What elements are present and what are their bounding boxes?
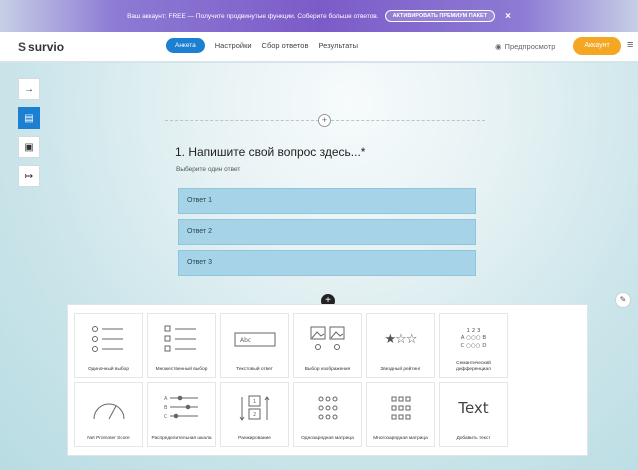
account-button[interactable]: Аккаунт [573, 37, 621, 55]
slider-letter: B [164, 405, 168, 411]
multiple-choice-icon [162, 320, 202, 358]
slider-letter: A [164, 396, 168, 402]
type-single-matrix[interactable]: Однозарядная матрица [293, 382, 362, 447]
eye-icon: ◉ [495, 42, 502, 51]
wrench-icon[interactable]: ✎ [615, 292, 631, 308]
type-single-choice[interactable]: Одиночный выбор [74, 313, 143, 378]
semantic-icon: 1 2 3 A ○○○ B C ○○○ D [461, 320, 487, 358]
multi-matrix-icon [381, 389, 421, 427]
promo-bar: Ваш аккаунт: FREE — Получите продвинутые… [0, 0, 638, 32]
star-rating-icon: ★☆☆ [384, 331, 418, 347]
type-text-answer[interactable]: Abc Текстовый ответ [220, 313, 289, 378]
tab-collect[interactable]: Сбор ответов [262, 41, 309, 50]
type-image-choice[interactable]: Выбор изображения [293, 313, 362, 378]
nps-gauge-icon [89, 389, 129, 427]
type-semantic-differential[interactable]: 1 2 3 A ○○○ B C ○○○ D Семантический дифф… [439, 313, 508, 378]
text-answer-icon: Abc [233, 320, 277, 358]
answer-option[interactable]: Ответ 1 [178, 188, 476, 214]
header: S survio Анкета Настройки Сбор ответов Р… [0, 32, 638, 62]
survio-logo-icon: S [18, 40, 27, 54]
type-label: Многозарядная матрица [373, 436, 428, 442]
ranking-icon: 1 2 [235, 389, 275, 427]
type-label: Множественный выбор [155, 367, 208, 373]
tab-results[interactable]: Результаты [318, 41, 358, 50]
type-multi-matrix[interactable]: Многозарядная матрица [366, 382, 435, 447]
hamburger-menu-icon[interactable]: ≡ [627, 39, 633, 51]
add-text-icon: Text [458, 399, 489, 417]
promo-text: Ваш аккаунт: FREE — Получите продвинутые… [127, 12, 379, 20]
answer-option[interactable]: Ответ 3 [178, 250, 476, 276]
logo-text: survio [28, 40, 65, 54]
type-ranking[interactable]: 1 2 Ранжирование [220, 382, 289, 447]
single-matrix-icon [308, 389, 348, 427]
main-nav: Анкета Настройки Сбор ответов Результаты [166, 38, 358, 53]
document-icon[interactable]: ▤ [18, 107, 40, 129]
question-types-panel: Одиночный выбор Множественный выбор Abc … [67, 304, 588, 456]
exit-icon[interactable]: ↦ [18, 165, 40, 187]
slider-scale-icon: A B C [162, 389, 202, 427]
type-label: Звездный рейтинг [380, 367, 421, 373]
type-slider-scale[interactable]: A B C Распределительная шкала [147, 382, 216, 447]
tab-questionnaire[interactable]: Анкета [166, 38, 205, 53]
answer-option[interactable]: Ответ 2 [178, 219, 476, 245]
slider-letter: C [164, 414, 168, 420]
semantic-row: C ○○○ D [460, 342, 487, 349]
tab-settings[interactable]: Настройки [215, 41, 252, 50]
question-subtitle: Выберите один ответ [176, 166, 241, 173]
image-choice-icon [308, 320, 348, 358]
close-icon[interactable]: × [505, 11, 511, 22]
rank-number: 2 [253, 412, 256, 418]
type-multiple-choice[interactable]: Множественный выбор [147, 313, 216, 378]
text-field-sample: Abc [240, 337, 251, 344]
login-icon[interactable]: → [18, 78, 40, 100]
semantic-row: A ○○○ B [460, 335, 487, 342]
logo[interactable]: S survio [18, 40, 64, 54]
type-label: Одиночный выбор [87, 367, 129, 373]
type-label: Распределительная шкала [151, 436, 212, 442]
type-label: Семантический дифференциал [456, 361, 491, 373]
upgrade-button[interactable]: АКТИВИРОВАТЬ ПРЕМИУМ ПАКЕТ [384, 10, 496, 22]
left-toolbar: → ▤ ▣ ↦ [18, 78, 40, 187]
page-icon[interactable]: ▣ [18, 136, 40, 158]
type-label: Добавить текст [456, 436, 491, 442]
type-add-text[interactable]: Text Добавить текст [439, 382, 508, 447]
rank-number: 1 [253, 399, 256, 405]
type-label: Однозарядная матрица [301, 436, 354, 442]
type-star-rating[interactable]: ★☆☆ Звездный рейтинг [366, 313, 435, 378]
type-label: Net Promoter Score [87, 436, 130, 442]
preview-button[interactable]: ◉ Предпросмотр [495, 42, 555, 51]
type-label: Текстовый ответ [236, 367, 273, 373]
semantic-row: 1 2 3 [466, 327, 481, 334]
add-section-plus-icon[interactable]: + [318, 114, 331, 127]
single-choice-icon [89, 320, 129, 358]
type-nps[interactable]: Net Promoter Score [74, 382, 143, 447]
type-label: Ранжирование [238, 436, 271, 442]
type-label: Выбор изображения [304, 367, 351, 373]
preview-label: Предпросмотр [504, 42, 556, 51]
question-title[interactable]: 1. Напишите свой вопрос здесь...* [175, 145, 365, 159]
